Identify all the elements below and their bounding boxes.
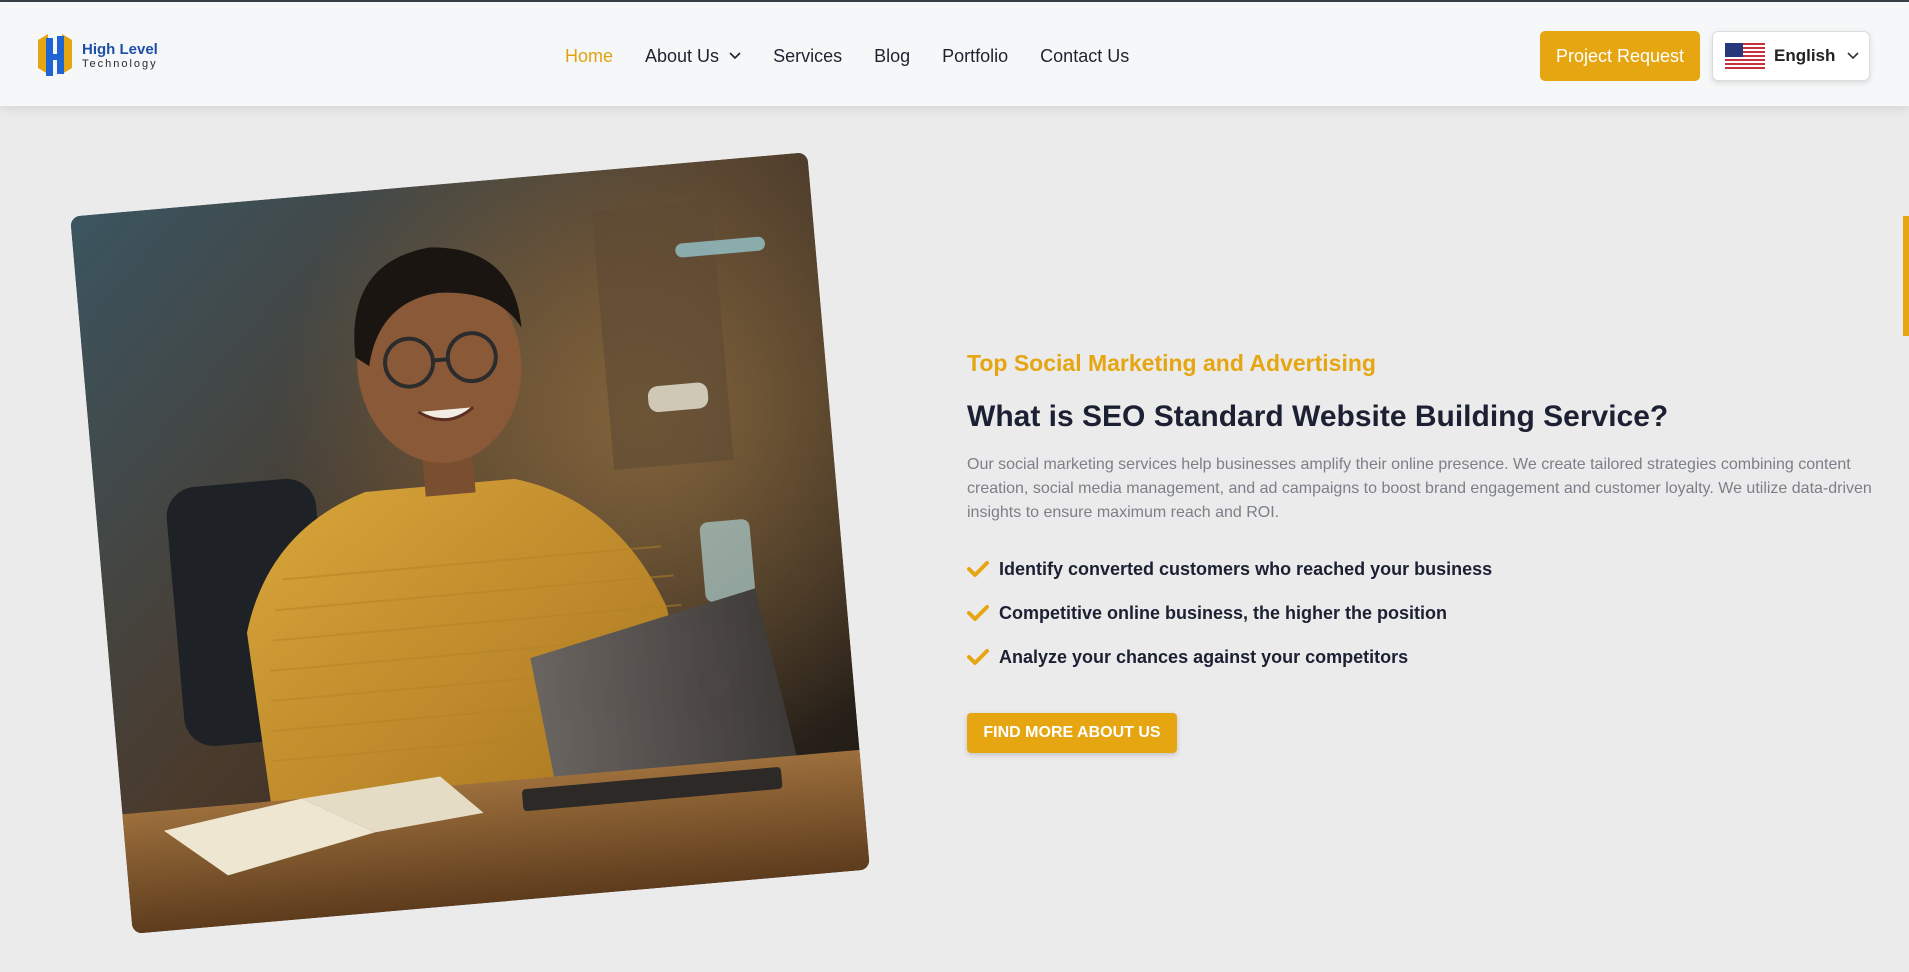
check-icon: [967, 649, 989, 665]
nav-item-home[interactable]: Home: [565, 46, 613, 67]
section-eyebrow: Top Social Marketing and Advertising: [967, 350, 1376, 376]
list-item: Identify converted customers who reached…: [967, 547, 1887, 591]
nav-item-services[interactable]: Services: [773, 46, 842, 67]
project-request-button[interactable]: Project Request: [1540, 31, 1700, 81]
nav-item-label: Home: [565, 45, 614, 66]
high-level-logo-icon: [38, 34, 72, 76]
checklist-text: Identify converted customers who reached…: [999, 558, 1493, 579]
list-item: Analyze your chances against your compet…: [967, 635, 1887, 679]
nav-item-blog[interactable]: Blog: [874, 46, 910, 67]
list-item: Competitive online business, the higher …: [967, 591, 1887, 635]
photo-illustration: [70, 152, 870, 934]
nav-item-label: About Us: [645, 45, 720, 66]
nav-item-portfolio[interactable]: Portfolio: [942, 46, 1008, 67]
chevron-down-icon: [1847, 52, 1859, 60]
feature-checklist: Identify converted customers who reached…: [967, 547, 1887, 679]
section-description: Our social marketing services help busin…: [967, 456, 1872, 521]
language-selector[interactable]: English: [1712, 31, 1870, 81]
us-flag-icon: [1725, 43, 1765, 69]
nav-item-label: Portfolio: [942, 45, 1009, 66]
chevron-down-icon: [729, 52, 741, 60]
checklist-text: Competitive online business, the higher …: [999, 602, 1448, 623]
nav-item-label: Services: [773, 45, 843, 66]
language-label: English: [1774, 46, 1836, 65]
main-nav: Home About Us Services Blog Portfolio Co…: [565, 42, 1161, 70]
hero-image-frame: [70, 152, 870, 934]
nav-item-label: Blog: [874, 45, 911, 66]
page-scrollbar-thumb[interactable]: [1903, 216, 1909, 336]
nav-item-about-us[interactable]: About Us: [645, 46, 741, 67]
nav-item-label: Contact Us: [1040, 45, 1130, 66]
check-icon: [967, 605, 989, 621]
site-header: High Level Technology Home About Us Serv…: [0, 2, 1909, 106]
woman-working-laptop-photo: [70, 152, 870, 934]
brand-title: High Level: [82, 41, 158, 58]
find-more-button[interactable]: FIND MORE ABOUT US: [967, 713, 1177, 753]
nav-item-contact-us[interactable]: Contact Us: [1040, 46, 1129, 67]
section-heading: What is SEO Standard Website Building Se…: [967, 400, 1669, 433]
hero-content: Top Social Marketing and Advertising Wha…: [967, 350, 1887, 753]
brand-subtitle: Technology: [82, 58, 158, 70]
check-icon: [967, 561, 989, 577]
checklist-text: Analyze your chances against your compet…: [999, 646, 1409, 667]
brand-logo[interactable]: High Level Technology: [32, 30, 172, 82]
